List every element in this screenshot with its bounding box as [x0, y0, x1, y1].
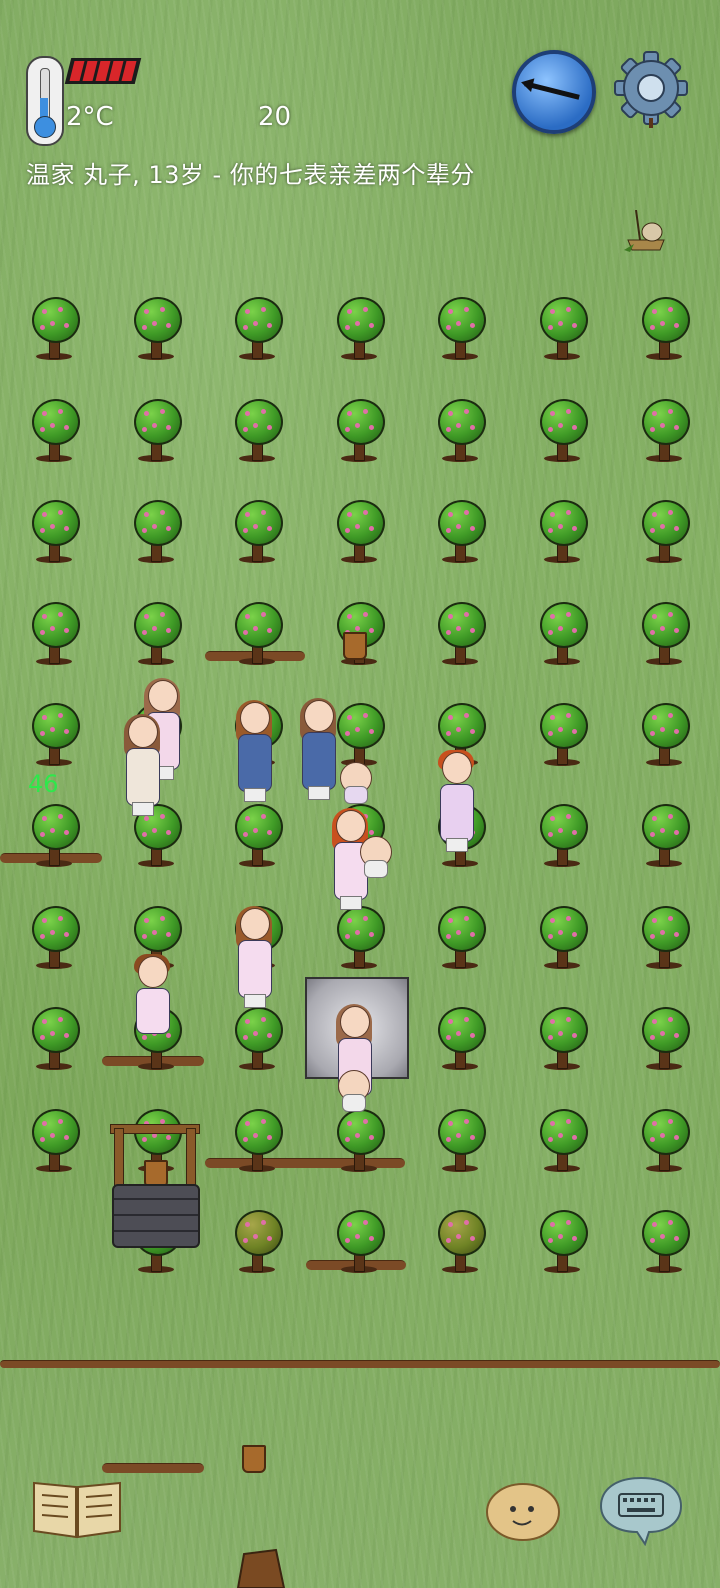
- fruit-tree[interactable]: [536, 804, 588, 870]
- fruit-tree[interactable]: [638, 399, 690, 465]
- fruit-tree[interactable]: [333, 297, 385, 363]
- villager-girl[interactable]: [232, 700, 276, 802]
- fruit-tree[interactable]: [333, 1210, 385, 1276]
- stone-well[interactable]: [108, 1120, 200, 1250]
- fruit-tree[interactable]: [536, 703, 588, 769]
- thermometer-icon: [26, 56, 64, 146]
- fruit-tree[interactable]: [231, 399, 283, 465]
- villager-boy[interactable]: [130, 954, 174, 1056]
- fruit-tree[interactable]: [28, 500, 80, 566]
- fruit-tree[interactable]: [28, 1007, 80, 1073]
- fruit-tree[interactable]: [638, 500, 690, 566]
- fruit-tree[interactable]: [28, 906, 80, 972]
- character-status-line: 温家 丸子, 13岁 - 你的七表亲差两个辈分: [26, 161, 475, 189]
- fruit-tree[interactable]: [333, 399, 385, 465]
- fruit-tree[interactable]: [231, 297, 283, 363]
- fruit-tree[interactable]: [231, 1109, 283, 1175]
- fruit-tree[interactable]: [333, 703, 385, 769]
- fruit-tree[interactable]: [231, 804, 283, 870]
- fruit-tree[interactable]: [28, 703, 80, 769]
- fruit-tree[interactable]: [536, 399, 588, 465]
- fruit-tree[interactable]: [28, 1109, 80, 1175]
- fruit-tree[interactable]: [638, 602, 690, 668]
- fruit-tree[interactable]: [231, 602, 283, 668]
- fruit-tree[interactable]: [231, 1007, 283, 1073]
- fruit-tree[interactable]: [434, 500, 486, 566]
- fruit-tree[interactable]: [130, 297, 182, 363]
- fruit-tree[interactable]: [333, 906, 385, 972]
- fruit-tree[interactable]: [434, 1109, 486, 1175]
- villager-girl[interactable]: [232, 906, 276, 1008]
- keyboard-icon[interactable]: [599, 1474, 683, 1546]
- fruit-tree[interactable]: [434, 399, 486, 465]
- fruit-tree[interactable]: [536, 500, 588, 566]
- fruit-tree[interactable]: [536, 297, 588, 363]
- book-icon[interactable]: [30, 1477, 124, 1539]
- tree-stump: [236, 1548, 286, 1588]
- fruit-tree[interactable]: [130, 602, 182, 668]
- fruit-tree[interactable]: [638, 906, 690, 972]
- fruit-tree[interactable]: [536, 1210, 588, 1276]
- compass-icon[interactable]: [512, 50, 596, 134]
- villager-girl[interactable]: [296, 698, 340, 800]
- health-bar: [64, 58, 142, 84]
- tilled-soil: [102, 1463, 204, 1473]
- counter-readout: 20: [258, 102, 292, 132]
- basket-icon[interactable]: [624, 210, 670, 252]
- fruit-tree[interactable]: [28, 399, 80, 465]
- villager-girl[interactable]: [120, 714, 164, 816]
- fruit-tree[interactable]: [536, 602, 588, 668]
- fruit-tree[interactable]: [28, 804, 80, 870]
- baby[interactable]: [358, 836, 392, 878]
- fruit-tree[interactable]: [333, 1109, 385, 1175]
- floating-number: 46: [28, 770, 59, 798]
- fruit-tree[interactable]: [638, 1109, 690, 1175]
- fruit-tree[interactable]: [638, 1007, 690, 1073]
- fruit-tree[interactable]: [638, 703, 690, 769]
- fruit-tree[interactable]: [231, 1210, 283, 1276]
- potato-face-icon[interactable]: [485, 1481, 561, 1543]
- wooden-bucket[interactable]: [343, 632, 367, 660]
- fruit-tree[interactable]: [434, 602, 486, 668]
- gear-icon[interactable]: [612, 50, 690, 128]
- fruit-tree[interactable]: [28, 602, 80, 668]
- villager-boy[interactable]: [434, 750, 478, 852]
- fruit-tree[interactable]: [130, 399, 182, 465]
- fruit-tree[interactable]: [638, 1210, 690, 1276]
- fruit-tree[interactable]: [434, 1210, 486, 1276]
- fruit-tree[interactable]: [434, 297, 486, 363]
- fruit-tree[interactable]: [638, 297, 690, 363]
- tilled-soil: [0, 1360, 720, 1368]
- baby[interactable]: [338, 762, 372, 804]
- crying-baby[interactable]: [336, 1070, 370, 1112]
- fruit-tree[interactable]: [333, 500, 385, 566]
- fruit-tree[interactable]: [434, 1007, 486, 1073]
- temperature-readout: 2°C: [66, 102, 114, 132]
- fruit-tree[interactable]: [536, 906, 588, 972]
- game-world[interactable]: 2°C 20 温家 丸子, 13岁 - 你的七表亲差两个辈分 46: [0, 0, 720, 1588]
- wooden-bucket[interactable]: [242, 1445, 266, 1473]
- fruit-tree[interactable]: [434, 906, 486, 972]
- fruit-tree[interactable]: [28, 297, 80, 363]
- fruit-tree[interactable]: [536, 1109, 588, 1175]
- fruit-tree[interactable]: [536, 1007, 588, 1073]
- fruit-tree[interactable]: [638, 804, 690, 870]
- fruit-tree[interactable]: [231, 500, 283, 566]
- fruit-tree[interactable]: [130, 500, 182, 566]
